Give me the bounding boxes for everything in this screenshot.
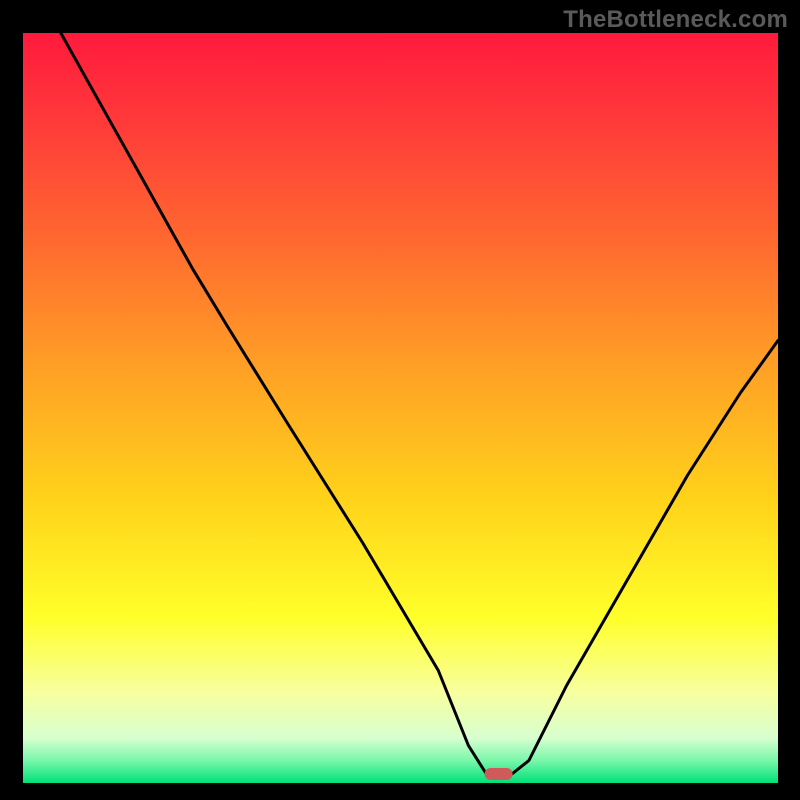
watermark-text: TheBottleneck.com bbox=[563, 6, 788, 34]
bottleneck-chart bbox=[0, 0, 800, 800]
plot-background bbox=[23, 33, 778, 783]
chart-frame: TheBottleneck.com bbox=[0, 0, 800, 800]
minimum-pill bbox=[485, 768, 513, 780]
